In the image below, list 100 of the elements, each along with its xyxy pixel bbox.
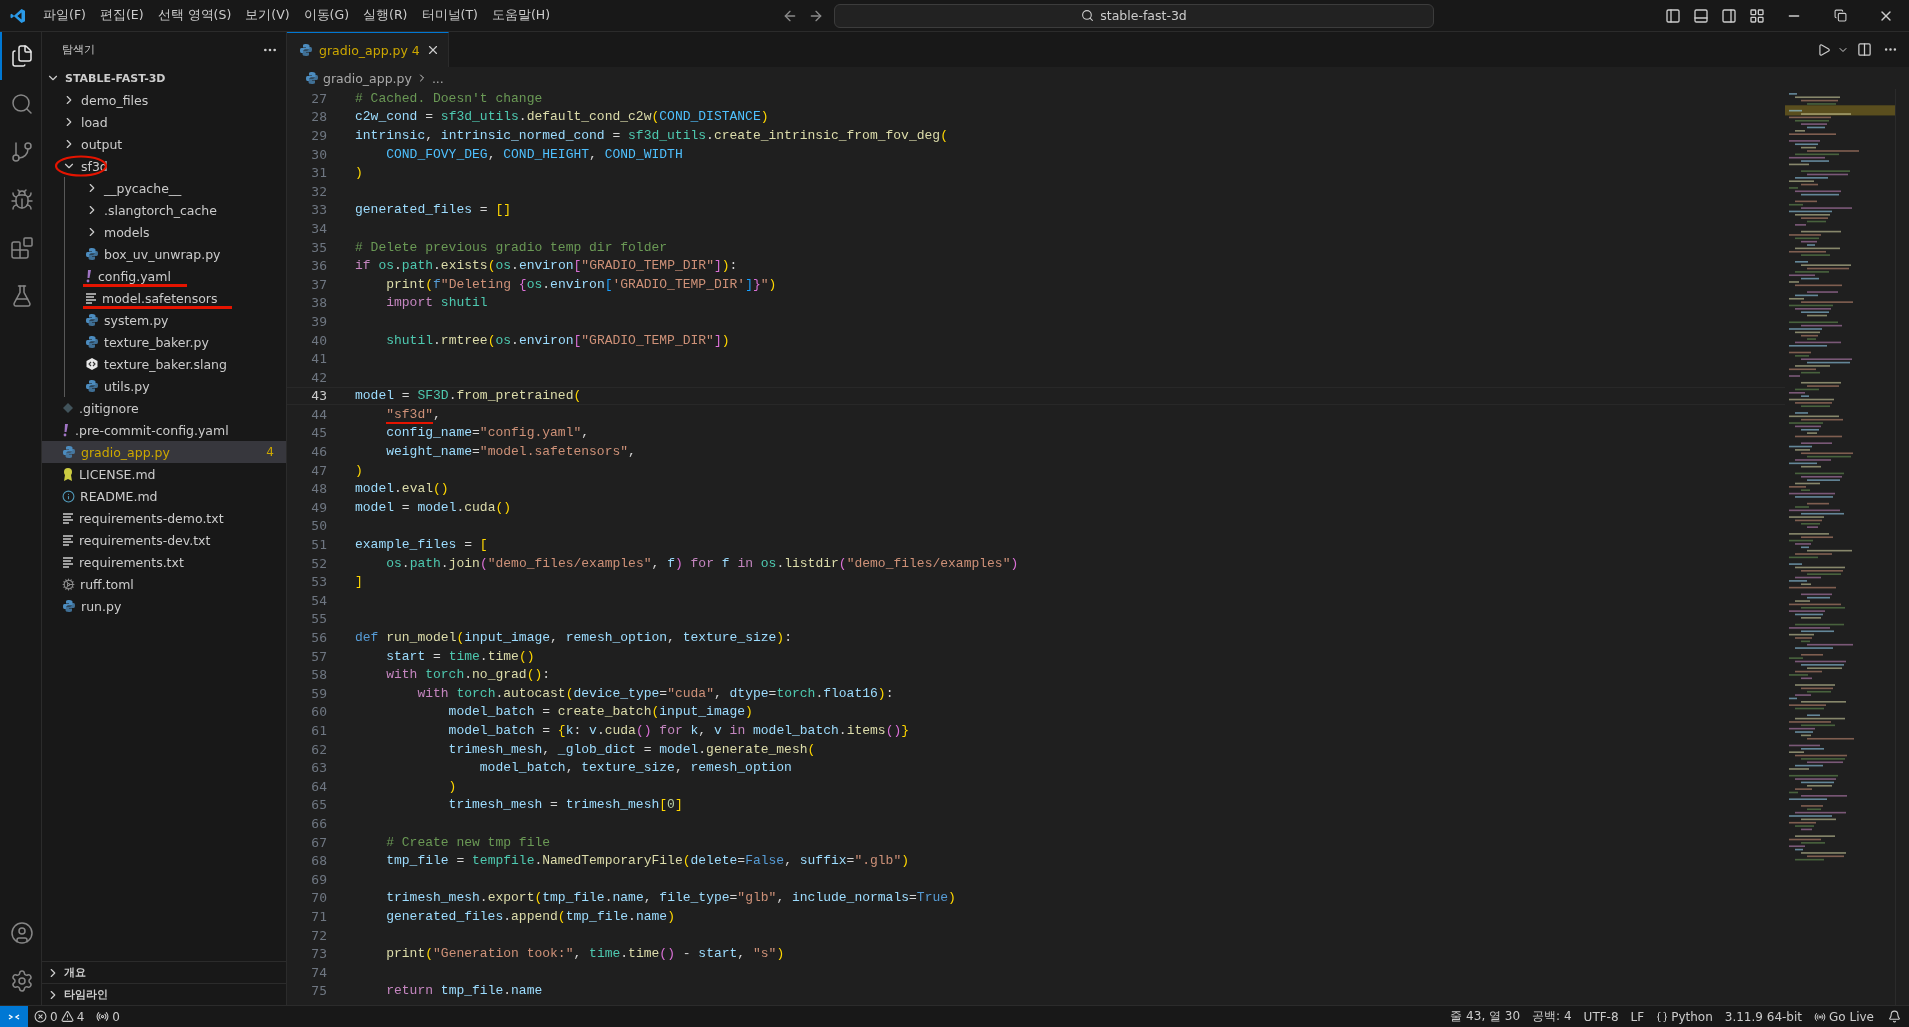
python-file-icon: [85, 379, 99, 393]
line-number: 52: [310, 555, 328, 571]
code-line: print("Generation took:", time.time() - start, "s"): [385, 946, 785, 962]
sidebar-toggle-icon[interactable]: [1665, 7, 1681, 24]
file-item[interactable]: LICENSE.md: [42, 463, 286, 485]
editor-tab[interactable]: gradio_app.py 4: [287, 32, 449, 67]
line-number: 43: [310, 388, 328, 404]
file-item[interactable]: box_uv_unwrap.py: [65, 243, 286, 265]
code-line: import shutil: [385, 295, 488, 311]
folder-item[interactable]: __pycache__: [65, 177, 286, 199]
folder-item[interactable]: output: [42, 133, 286, 155]
breadcrumb-item[interactable]: gradio_app.py: [323, 70, 412, 86]
antenna-icon: [1814, 1010, 1827, 1023]
folder-item[interactable]: demo_files: [42, 89, 286, 111]
menu-item[interactable]: 보기(V): [238, 7, 297, 24]
layout-icon[interactable]: [1749, 7, 1765, 24]
code-line: ]: [355, 574, 363, 590]
file-item[interactable]: .gitignore: [42, 397, 286, 419]
problem-count: 4: [266, 445, 274, 459]
code-line: trimesh_mesh = trimesh_mesh[0]: [447, 797, 683, 813]
line-number: 64: [310, 778, 328, 794]
line-number: 69: [310, 871, 328, 887]
python-file-icon: [85, 335, 99, 349]
code-line: with torch.no_grad():: [385, 667, 551, 683]
status-item[interactable]: 공백: 4: [1526, 1008, 1578, 1025]
line-number: 63: [310, 760, 328, 776]
menu-item[interactable]: 터미널(T): [414, 7, 485, 24]
problems-button[interactable]: 0 4: [28, 1009, 91, 1024]
status-item[interactable]: 3.11.9 64-bit: [1718, 1009, 1809, 1024]
code-line: print(f"Deleting {os.environ['GRADIO_TEMP_DIR']}"): [385, 276, 777, 292]
secondary-sidebar-icon[interactable]: [1721, 7, 1737, 24]
line-number: 27: [310, 90, 328, 106]
line-number: 29: [310, 128, 328, 143]
line-number: 71: [310, 908, 328, 924]
line-number: 40: [310, 332, 328, 348]
code-line: return tmp_file.name: [385, 983, 543, 999]
file-item[interactable]: gradio_app.py 4: [42, 441, 286, 463]
status-item[interactable]: Go Live: [1808, 1009, 1880, 1024]
line-number: 60: [310, 704, 328, 720]
file-item[interactable]: texture_baker.slang: [65, 353, 286, 375]
file-item[interactable]: run.py: [42, 595, 286, 617]
status-item[interactable]: Python: [1650, 1009, 1719, 1024]
code-line: ): [355, 462, 363, 478]
antenna-icon: [96, 1010, 110, 1023]
command-center-field[interactable]: stable-fast-3d: [834, 3, 1434, 28]
split-editor-icon[interactable]: [1856, 42, 1872, 57]
menu-item[interactable]: 실행(R): [356, 7, 415, 24]
line-number: 50: [310, 518, 328, 534]
code-line: start = time.time(): [385, 648, 535, 664]
gear-icon: [62, 577, 75, 591]
text-lines-icon: [62, 556, 74, 568]
file-item[interactable]: requirements-dev.txt: [42, 529, 286, 551]
run-icon[interactable]: [1817, 42, 1831, 57]
code-line: with torch.autocast(device_type="cuda", dtype=torch.float16):: [416, 685, 894, 701]
file-item[interactable]: utils.py: [65, 375, 286, 397]
restore-icon[interactable]: [1833, 9, 1847, 22]
file-item[interactable]: requirements-demo.txt: [42, 507, 286, 529]
line-number: 59: [310, 685, 328, 701]
menu-item[interactable]: 도움말(H): [484, 7, 558, 24]
folder-item[interactable]: models: [65, 221, 286, 243]
line-number: 30: [310, 146, 328, 162]
file-item[interactable]: model.safetensors: [65, 287, 286, 309]
line-number: 68: [310, 853, 328, 869]
file-item[interactable]: .pre-commit-config.yaml: [42, 419, 286, 441]
code-line: c2w_cond = sf3d_utils.default_cond_c2w(COND_DISTANCE): [355, 109, 769, 125]
line-number: 28: [310, 109, 328, 125]
folder-item[interactable]: load: [42, 111, 286, 133]
breadcrumb-item[interactable]: ...: [431, 70, 444, 86]
notifications-icon[interactable]: [1888, 1010, 1901, 1023]
file-item[interactable]: config.yaml: [65, 265, 286, 287]
code-line: model = SF3D.from_pretrained(: [355, 388, 582, 404]
code-line: # Create new tmp file: [385, 834, 551, 850]
file-item[interactable]: system.py: [65, 309, 286, 331]
line-number: 56: [310, 630, 328, 645]
menu-item[interactable]: 이동(G): [296, 7, 357, 24]
line-number: 34: [310, 220, 328, 236]
code-line: generated_files.append(tmp_file.name): [385, 908, 675, 924]
file-item[interactable]: README.md: [42, 485, 286, 507]
ports-button[interactable]: 0: [90, 1009, 126, 1024]
text-lines-icon: [85, 292, 97, 304]
code-line: "sf3d",: [385, 406, 441, 422]
menu-item[interactable]: 선택 영역(S): [150, 7, 239, 24]
status-item[interactable]: 줄 43, 열 30: [1444, 1008, 1527, 1025]
status-item[interactable]: UTF-8: [1577, 1009, 1625, 1024]
remote-button[interactable]: [0, 1005, 28, 1027]
code-line: if os.path.exists(os.environ["GRADIO_TEMP_DIR"]):: [355, 258, 738, 274]
status-item[interactable]: LF: [1624, 1009, 1651, 1024]
file-item[interactable]: texture_baker.py: [65, 331, 286, 353]
line-number: 49: [310, 499, 328, 515]
line-number: 33: [310, 202, 328, 218]
code-line: weight_name="model.safetensors",: [385, 444, 636, 460]
file-item[interactable]: ruff.toml: [42, 573, 286, 595]
panel-toggle-icon[interactable]: [1693, 7, 1709, 24]
panel-section-header[interactable]: 개요: [42, 961, 286, 983]
menu-item[interactable]: 편집(E): [92, 7, 151, 24]
root-folder-item[interactable]: STABLE-FAST-3D: [42, 67, 286, 89]
menu-item[interactable]: 파일(F): [36, 7, 93, 24]
folder-item[interactable]: .slangtorch_cache: [65, 199, 286, 221]
line-number: 46: [310, 444, 328, 460]
file-item[interactable]: requirements.txt: [42, 551, 286, 573]
